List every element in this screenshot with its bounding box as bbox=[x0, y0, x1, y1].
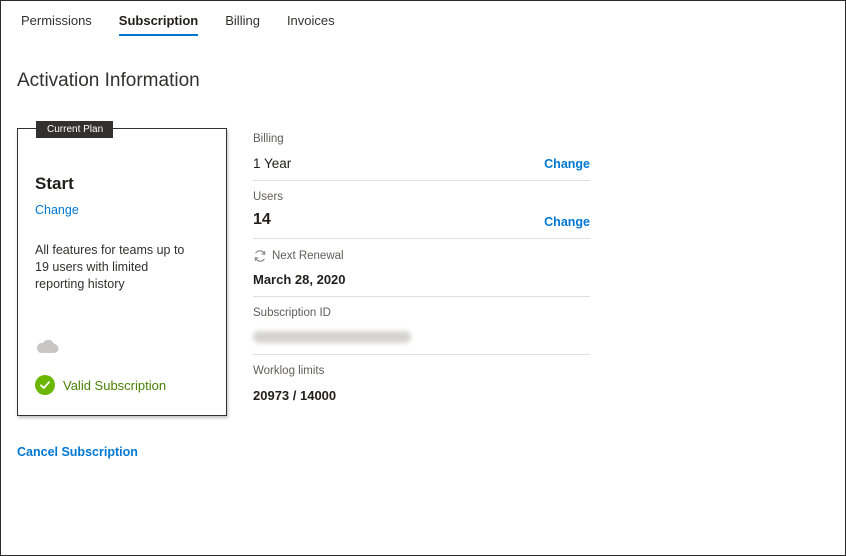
plan-change-link[interactable]: Change bbox=[35, 203, 79, 217]
tab-permissions[interactable]: Permissions bbox=[21, 1, 92, 35]
worklog-row: Worklog limits 20973 / 14000 bbox=[253, 355, 590, 412]
tab-invoices[interactable]: Invoices bbox=[287, 1, 335, 35]
plan-name: Start bbox=[35, 174, 74, 193]
status-text: Valid Subscription bbox=[63, 377, 167, 393]
subscription-id-redacted bbox=[253, 331, 411, 343]
cancel-subscription-link[interactable]: Cancel Subscription bbox=[17, 445, 138, 459]
current-plan-card: Current Plan Start Change All features f… bbox=[17, 121, 227, 416]
renewal-label: Next Renewal bbox=[272, 250, 344, 262]
plan-description: All features for teams up to 19 users wi… bbox=[35, 243, 185, 291]
current-plan-badge: Current Plan bbox=[36, 121, 114, 138]
worklog-label: Worklog limits bbox=[253, 365, 325, 377]
worklog-value: 20973 / 14000 bbox=[253, 388, 337, 403]
renewal-label-wrap: Next Renewal bbox=[253, 249, 344, 263]
check-circle-icon bbox=[35, 375, 55, 395]
renewal-row: Next Renewal March 28, 2020 bbox=[253, 239, 590, 297]
billing-label: Billing bbox=[253, 133, 284, 145]
billing-change-link[interactable]: Change bbox=[544, 157, 590, 171]
page-title: Activation Information bbox=[17, 70, 200, 91]
cloud-icon bbox=[36, 339, 59, 353]
billing-row: Billing 1 Year Change bbox=[253, 123, 590, 181]
subscription-status: Valid Subscription bbox=[35, 375, 166, 395]
subscription-details: Billing 1 Year Change Users 14 Change Ne… bbox=[253, 123, 590, 412]
billing-value: 1 Year bbox=[253, 156, 292, 171]
users-label: Users bbox=[253, 191, 284, 203]
subscription-id-label: Subscription ID bbox=[253, 307, 331, 319]
app-frame: Permissions Subscription Billing Invoice… bbox=[0, 0, 846, 556]
users-change-link[interactable]: Change bbox=[544, 215, 590, 229]
users-row: Users 14 Change bbox=[253, 181, 590, 239]
tab-billing[interactable]: Billing bbox=[225, 1, 260, 35]
tab-subscription[interactable]: Subscription bbox=[118, 1, 199, 36]
users-value: 14 bbox=[253, 211, 271, 228]
renewal-value: March 28, 2020 bbox=[253, 272, 346, 287]
tab-bar: Permissions Subscription Billing Invoice… bbox=[21, 1, 362, 37]
refresh-icon bbox=[254, 250, 266, 262]
subscription-id-row: Subscription ID bbox=[253, 297, 590, 355]
